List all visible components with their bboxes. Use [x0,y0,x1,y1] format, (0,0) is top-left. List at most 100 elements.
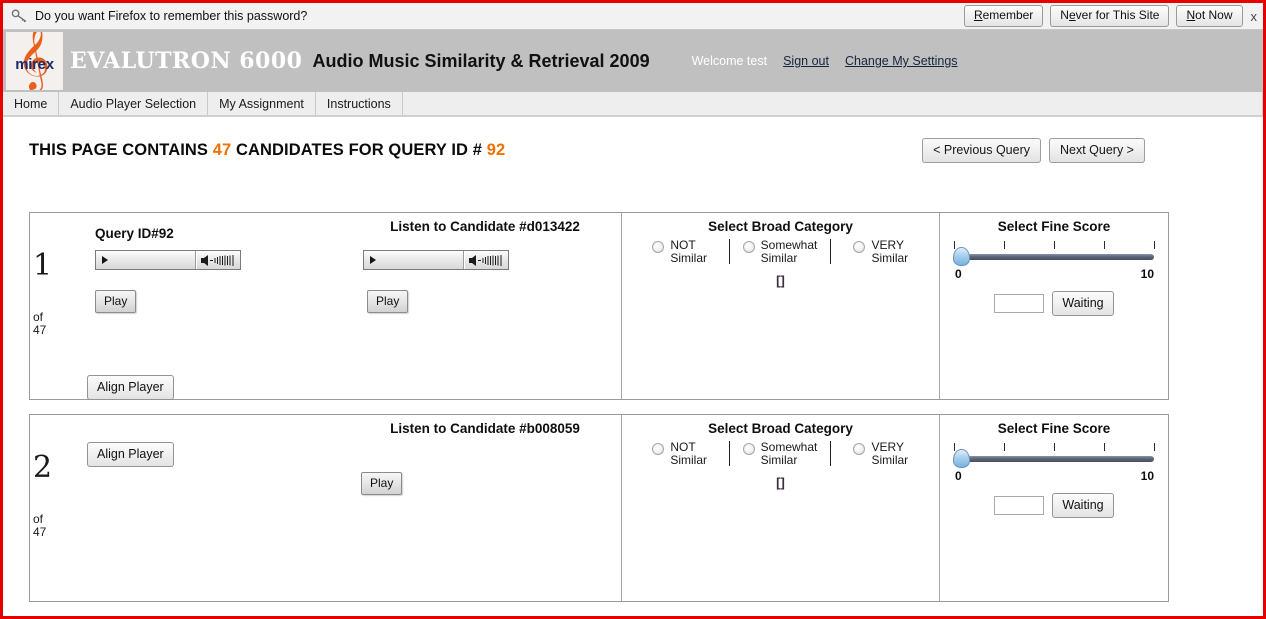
candidate-list: 1 of 47 Query ID#92 Play Align Player Listen t… [29,212,1169,616]
play-triangle-icon [370,256,376,264]
player-progress-track[interactable] [364,251,464,269]
candidate-play-button[interactable]: Play [361,472,403,495]
fine-score-column: Select Fine Score 0 10 Waiting [940,213,1168,399]
slider-rail[interactable] [954,254,1154,260]
slider-tick [954,443,955,451]
change-my-settings-link[interactable]: Change My Settings [845,54,958,68]
align-player-button[interactable]: Align Player [87,442,174,467]
broad-option-label: Somewhat Similar [760,238,818,265]
radio-icon[interactable] [652,241,665,253]
slider-ticks [954,241,1155,250]
slider-rail[interactable] [954,456,1154,462]
next-query-button[interactable]: Next Query > [1049,138,1145,163]
page-headline: THIS PAGE CONTAINS 47 CANDIDATES FOR QUE… [29,141,505,160]
align-player-button[interactable]: Align Player [87,375,174,400]
query-navigation: < Previous Query Next Query > [914,138,1145,163]
welcome-text: Welcome test [691,54,768,68]
row-of-total: of 47 [33,512,47,539]
broad-option-not-similar[interactable]: NOT Similar [630,238,731,265]
notification-message: Do you want Firefox to remember this pas… [35,9,308,23]
broad-option-label: Somewhat Similar [760,440,818,467]
fine-score-input[interactable] [994,496,1045,515]
not-now-button[interactable]: Not Now [1176,5,1243,27]
candidate-count: 47 [212,141,232,159]
row-of-total: of 47 [33,310,47,337]
candidate-audio-player[interactable] [363,250,509,270]
broad-option-very-similar[interactable]: VERY Similar [831,441,931,466]
play-triangle-icon [102,256,108,264]
slider-thumb[interactable] [953,247,970,266]
candidate-column: Listen to Candidate #d013422 Play [349,213,622,399]
radio-icon[interactable] [853,443,866,455]
query-id-value: 92 [486,141,506,159]
page-headline-row: THIS PAGE CONTAINS 47 CANDIDATES FOR QUE… [3,117,1263,192]
broad-option-not-similar[interactable]: NOT Similar [630,440,731,467]
nav-tab-my-assignment[interactable]: My Assignment [208,92,316,115]
row-number: 2 [33,450,53,485]
fine-score-column: Select Fine Score 0 10 Waiting [940,415,1168,601]
broad-option-somewhat-similar[interactable]: Somewhat Similar [730,238,831,265]
broad-option-somewhat-similar[interactable]: Somewhat Similar [730,440,831,467]
brand-name: EVALUTRON 6000 [70,48,303,74]
radio-icon[interactable] [853,241,866,253]
radio-icon[interactable] [652,443,665,455]
broad-category-title: Select Broad Category [708,421,853,436]
candidate-column-title: Listen to Candidate #b008059 [390,421,580,436]
broad-option-label: VERY Similar [871,238,909,265]
slider-min-label: 0 [955,267,962,281]
fine-score-input[interactable] [994,294,1045,313]
broad-option-label: NOT Similar [670,238,707,265]
slider-tick [1104,443,1105,451]
never-for-this-site-button[interactable]: Never for This Site [1050,5,1170,27]
query-column-title: Query ID#92 [95,226,174,241]
query-column: Query ID#92 Play Align Player [59,213,349,400]
fine-score-title: Select Fine Score [997,421,1111,436]
broad-category-options: NOT Similar Somewhat Similar VERY Similar [630,441,931,466]
slider-tick [1154,241,1155,249]
status-button[interactable]: Waiting [1052,493,1114,518]
player-volume-control[interactable] [464,251,508,269]
slider-thumb[interactable] [953,449,970,468]
nav-tab-home[interactable]: Home [3,92,60,115]
score-entry-row: Waiting [940,291,1168,316]
page-title: Audio Music Similarity & Retrieval 2009 [312,50,650,71]
status-button[interactable]: Waiting [1052,291,1114,316]
broad-option-label: NOT Similar [670,440,707,467]
site-header: 𝄞 mirex EVALUTRON 6000 Audio Music Simil… [3,30,1263,92]
nav-tab-audio-player-selection[interactable]: Audio Player Selection [59,92,209,115]
fine-score-title: Select Fine Score [997,219,1111,234]
score-entry-row: Waiting [940,493,1168,518]
key-icon [11,8,29,24]
query-play-button[interactable]: Play [95,290,137,313]
password-notification-bar: Do you want Firefox to remember this pas… [3,3,1263,30]
previous-query-button[interactable]: < Previous Query [922,138,1041,163]
player-volume-control[interactable] [196,251,240,269]
broad-option-label: VERY Similar [871,440,909,467]
table-row: 1 of 47 Query ID#92 Play Align Player Listen t… [29,212,1169,400]
row-index-column: 2 of 47 [30,415,59,601]
sign-out-link[interactable]: Sign out [783,54,829,68]
query-column: Align Player [59,415,349,601]
close-icon[interactable]: x [1251,9,1258,24]
slider-tick [1004,443,1005,451]
nav-tab-instructions[interactable]: Instructions [316,92,403,115]
broad-selection-readout: [] [776,273,785,288]
logo-text: mirex [15,56,54,73]
player-progress-track[interactable] [96,251,196,269]
candidate-column: Listen to Candidate #b008059 Play [349,415,622,601]
candidate-play-button[interactable]: Play [367,290,409,313]
radio-icon[interactable] [742,443,755,455]
table-row: 2 of 47 Align Player Listen to Candidate #b0… [29,414,1169,602]
mirex-logo: 𝄞 mirex [6,32,63,90]
slider-tick [954,241,955,249]
slider-max-label: 10 [1140,469,1154,483]
query-audio-player[interactable] [95,250,241,270]
radio-icon[interactable] [742,241,755,253]
remember-password-button[interactable]: Remember [963,5,1044,27]
slider-tick [1104,241,1105,249]
fine-score-slider[interactable]: 0 10 [953,241,1155,281]
broad-option-very-similar[interactable]: VERY Similar [831,239,931,264]
fine-score-slider[interactable]: 0 10 [953,443,1155,483]
slider-tick [1154,443,1155,451]
broad-category-title: Select Broad Category [708,219,853,234]
